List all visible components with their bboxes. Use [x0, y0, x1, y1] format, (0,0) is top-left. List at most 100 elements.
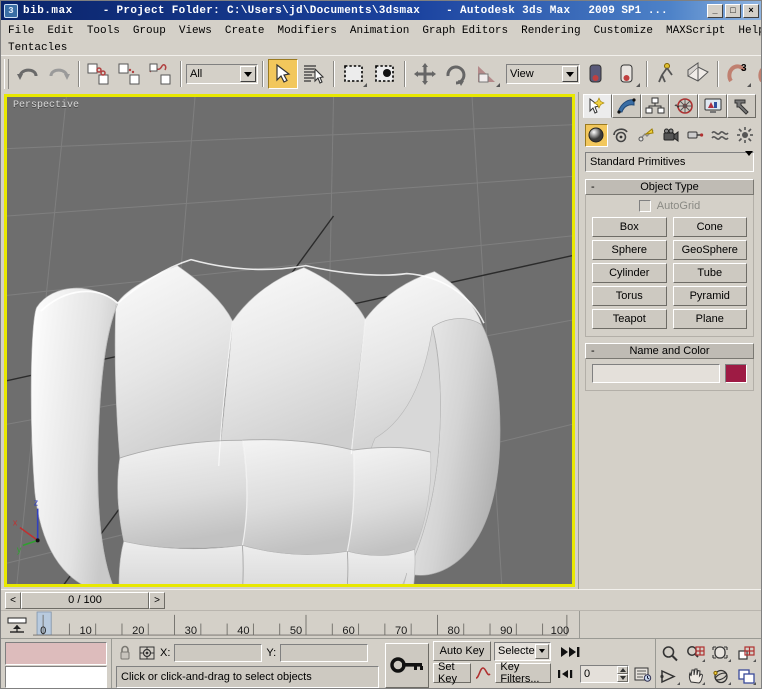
geosphere-button[interactable]: GeoSphere [672, 240, 747, 260]
angle-snap-toggle-button[interactable] [754, 59, 761, 89]
bind-to-space-warp-button[interactable] [146, 59, 176, 89]
menu-customize[interactable]: Customize [594, 25, 660, 37]
flyout-indicator-icon[interactable] [496, 83, 500, 87]
redo-button[interactable] [44, 59, 74, 89]
space-warps-button[interactable] [708, 123, 732, 147]
window-crossing-toggle-button[interactable] [370, 59, 400, 89]
object-type-rollout-header[interactable]: - Object Type [585, 179, 754, 195]
cameras-button[interactable] [659, 123, 682, 147]
menu-views[interactable]: Views [179, 25, 219, 37]
menu-create[interactable]: Create [225, 25, 272, 37]
spinner-arrows[interactable] [617, 666, 629, 682]
plane-button[interactable]: Plane [672, 309, 747, 329]
create-tab[interactable] [583, 94, 612, 118]
close-button[interactable]: × [743, 3, 759, 18]
key-filters-button[interactable]: Key Filters... [495, 661, 551, 685]
motion-tab[interactable] [669, 94, 699, 118]
menu-maxscript[interactable]: MAXScript [666, 25, 732, 37]
lock-selection-button[interactable] [116, 643, 134, 662]
flyout-indicator-icon[interactable] [753, 682, 756, 685]
flyout-indicator-icon[interactable] [727, 682, 731, 685]
zoom-all-button[interactable] [683, 642, 708, 665]
cone-button[interactable]: Cone [672, 217, 747, 237]
set-key-filters-curve-icon[interactable] [474, 663, 493, 683]
object-color-swatch[interactable] [725, 364, 747, 383]
use-selection-center-button[interactable] [612, 59, 642, 89]
systems-button[interactable] [733, 123, 757, 147]
flyout-indicator-icon[interactable] [727, 658, 731, 662]
go-to-end-button[interactable] [555, 642, 585, 662]
hierarchy-tab[interactable] [640, 94, 670, 118]
maxscript-mini-listener[interactable] [1, 639, 111, 688]
helpers-button[interactable] [683, 123, 707, 147]
select-object-button[interactable] [268, 59, 298, 89]
auto-key-button[interactable]: Auto Key [433, 641, 491, 661]
category-dropdown[interactable]: Standard Primitives [585, 151, 754, 172]
next-frame-button[interactable]: > [149, 591, 165, 609]
viewport-label[interactable]: Perspective [13, 100, 79, 111]
spinner-down-icon[interactable] [617, 674, 629, 682]
previous-frame-button[interactable]: < [5, 591, 21, 609]
time-configuration-button[interactable] [632, 664, 653, 684]
current-frame-spinner[interactable]: 0 [580, 665, 630, 683]
zoom-extents-all-button[interactable] [734, 642, 759, 665]
menu-modifiers[interactable]: Modifiers [277, 25, 343, 37]
cylinder-button[interactable]: Cylinder [592, 263, 667, 283]
menu-help[interactable]: Help [738, 25, 761, 37]
flyout-indicator-icon[interactable] [363, 83, 367, 87]
frame-ruler[interactable]: 0 10 20 30 40 50 60 70 80 90 100 [33, 611, 579, 638]
select-and-scale-button[interactable] [472, 59, 502, 89]
set-key-button[interactable]: Set Key [433, 661, 472, 685]
select-and-move-button[interactable] [410, 59, 440, 89]
lights-button[interactable] [634, 123, 658, 147]
torus-button[interactable]: Torus [592, 286, 667, 306]
geometry-button[interactable] [585, 123, 608, 147]
object-name-input[interactable] [592, 364, 720, 383]
modify-tab[interactable] [611, 94, 641, 118]
chevron-down-icon[interactable] [240, 66, 256, 82]
sphere-button[interactable]: Sphere [592, 240, 667, 260]
select-and-rotate-button[interactable] [441, 59, 471, 89]
arc-rotate-button[interactable] [709, 665, 734, 688]
autogrid-checkbox[interactable] [638, 200, 651, 212]
pyramid-button[interactable]: Pyramid [672, 286, 747, 306]
minimize-button[interactable]: _ [707, 3, 723, 18]
flyout-indicator-icon[interactable] [702, 658, 705, 662]
chevron-down-icon[interactable] [535, 643, 549, 659]
app-logo-icon[interactable]: 3 [4, 3, 18, 18]
y-coordinate-field[interactable] [280, 643, 369, 662]
selection-level-combo[interactable]: Selected [494, 641, 551, 661]
key-mode-toggle-button[interactable] [385, 642, 429, 688]
tube-button[interactable]: Tube [672, 263, 747, 283]
display-tab[interactable] [698, 94, 728, 118]
box-button[interactable]: Box [592, 217, 667, 237]
snaps-toggle-button[interactable]: 3 [723, 59, 753, 89]
open-mini-curve-editor-button[interactable] [1, 611, 33, 638]
maximize-button[interactable]: □ [725, 3, 741, 18]
select-and-link-button[interactable] [84, 59, 114, 89]
rollout-collapse-icon[interactable]: - [591, 345, 595, 358]
menu-tools[interactable]: Tools [87, 25, 127, 37]
menu-graph-editors[interactable]: Graph Editors [422, 25, 515, 37]
menu-edit[interactable]: Edit [47, 25, 80, 37]
perspective-viewport[interactable]: Perspective z x y [4, 94, 575, 587]
use-pivot-point-center-button[interactable] [581, 59, 611, 89]
current-frame-display[interactable]: 0 / 100 [21, 591, 149, 609]
menu-tentacles[interactable]: Tentacles [8, 42, 74, 54]
menu-group[interactable]: Group [133, 25, 173, 37]
zoom-button[interactable] [658, 642, 683, 665]
x-coordinate-field[interactable] [174, 643, 263, 662]
rollout-collapse-icon[interactable]: - [591, 181, 595, 194]
flyout-indicator-icon[interactable] [753, 658, 756, 662]
mirror-button[interactable] [683, 59, 713, 89]
menu-rendering[interactable]: Rendering [521, 25, 587, 37]
listener-output-line[interactable] [5, 642, 107, 665]
chevron-down-icon[interactable] [745, 151, 753, 168]
shapes-button[interactable] [609, 123, 633, 147]
absolute-relative-transform-toggle-button[interactable] [138, 643, 156, 662]
maximize-viewport-toggle-button[interactable] [734, 665, 759, 688]
reference-coordinate-system-combo[interactable]: View [506, 64, 580, 84]
listener-input-line[interactable] [5, 665, 107, 688]
menu-animation[interactable]: Animation [350, 25, 416, 37]
selection-filter-combo[interactable]: All [186, 64, 258, 84]
